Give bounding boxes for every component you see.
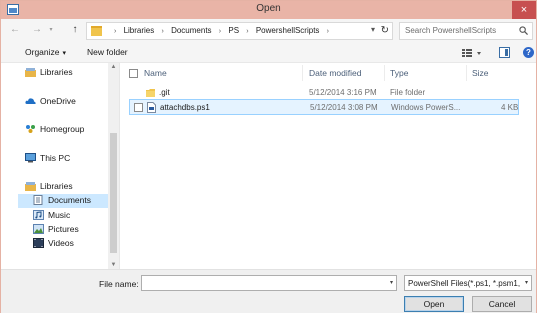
scrollbar-thumb[interactable] — [110, 133, 117, 253]
breadcrumb-separator: › — [246, 28, 249, 35]
command-toolbar: Organize ▾ New folder ? — [1, 43, 536, 63]
sidebar-item-label: Homegroup — [40, 124, 85, 134]
computer-icon — [25, 153, 36, 163]
file-row-attachdbs[interactable]: attachdbs.ps1 5/12/2014 3:08 PM Windows … — [129, 99, 519, 115]
search-icon — [519, 26, 528, 35]
file-list: Name Date modified Type Size .git 5/12/2… — [120, 63, 536, 269]
folder-icon — [146, 89, 155, 97]
open-button[interactable]: Open — [404, 296, 464, 312]
homegroup-icon — [26, 125, 35, 133]
scroll-down-arrow[interactable]: ▼ — [110, 262, 117, 268]
libraries-icon — [25, 68, 36, 77]
chevron-down-icon: ▾ — [524, 280, 528, 286]
file-name-label: File name: — [99, 279, 139, 289]
scroll-up-arrow[interactable]: ▲ — [110, 64, 117, 70]
documents-icon — [33, 195, 43, 205]
address-bar[interactable]: › Libraries › Documents › PS › Powershel… — [86, 22, 393, 40]
column-separator[interactable] — [384, 65, 385, 81]
breadcrumb-separator: › — [218, 28, 222, 35]
file-date: 5/12/2014 3:16 PM — [309, 88, 377, 97]
navigation-pane: Libraries OneDrive Homegroup This PC Lib… — [1, 63, 119, 269]
search-placeholder: Search PowershellScripts — [405, 26, 497, 35]
folder-icon — [91, 26, 102, 36]
column-separator[interactable] — [302, 65, 303, 81]
column-header-date[interactable]: Date modified — [309, 68, 361, 78]
address-dropdown-button[interactable]: ▾ — [371, 25, 375, 34]
music-icon — [33, 210, 44, 220]
row-checkbox[interactable] — [134, 103, 143, 112]
column-separator[interactable] — [466, 65, 467, 81]
open-dialog: Open × ← → ▾ ↑ › Libraries › Documents ›… — [0, 0, 537, 313]
file-name: attachdbs.ps1 — [160, 103, 210, 112]
file-name: .git — [159, 88, 170, 97]
close-button[interactable]: × — [512, 1, 536, 19]
column-header-name[interactable]: Name — [144, 68, 167, 78]
change-view-icon[interactable] — [461, 47, 483, 59]
sidebar-item-label: OneDrive — [40, 96, 76, 106]
libraries-icon — [25, 182, 36, 191]
up-button[interactable]: ↑ — [69, 24, 81, 36]
breadcrumb-separator: › — [114, 28, 117, 35]
new-folder-button[interactable]: New folder — [87, 47, 128, 57]
file-type: Windows PowerS... — [391, 103, 461, 112]
breadcrumb-separator: › — [326, 28, 329, 35]
organize-button[interactable]: Organize ▾ — [25, 47, 66, 57]
title-bar: Open × — [1, 1, 536, 19]
help-button[interactable]: ? — [523, 47, 534, 58]
videos-icon — [33, 238, 44, 248]
pictures-icon — [33, 224, 44, 234]
chevron-down-icon: ▾ — [62, 50, 67, 57]
breadcrumb-powershellscripts[interactable]: PowershellScripts — [256, 26, 320, 35]
sidebar-item-label: Documents — [48, 195, 91, 205]
sidebar-item-label: Pictures — [48, 224, 79, 234]
sidebar-item-documents[interactable]: Documents — [18, 194, 108, 208]
file-type-select[interactable]: PowerShell Files(*.ps1, *.psm1, ▾ — [404, 275, 532, 291]
breadcrumb-libraries[interactable]: Libraries — [124, 26, 155, 35]
chevron-down-icon[interactable]: ▾ — [390, 279, 393, 286]
file-name-field[interactable]: ▾ — [141, 275, 397, 291]
file-type-value: PowerShell Files(*.ps1, *.psm1, — [408, 279, 521, 288]
sidebar-item-label: Music — [48, 210, 71, 220]
sidebar-item-label: Libraries — [40, 181, 73, 191]
sidebar-item-label: Libraries — [40, 67, 73, 77]
sidebar-scrollbar[interactable]: ▲ ▼ — [108, 63, 119, 269]
script-file-icon — [147, 102, 156, 113]
sidebar-item-label: This PC — [40, 153, 71, 163]
select-all-checkbox[interactable] — [129, 69, 138, 78]
file-type: File folder — [390, 88, 426, 97]
file-size: 4 KB — [501, 103, 519, 112]
back-button[interactable]: ← — [9, 24, 21, 36]
breadcrumb-ps[interactable]: PS — [228, 26, 239, 35]
file-date: 5/12/2014 3:08 PM — [310, 103, 378, 112]
organize-label: Organize — [25, 47, 60, 57]
address-row: ← → ▾ ↑ › Libraries › Documents › PS › P… — [1, 19, 536, 43]
forward-button[interactable]: → — [31, 24, 43, 36]
window-title: Open — [256, 3, 281, 14]
breadcrumb-separator: › — [161, 28, 164, 35]
cloud-icon — [25, 98, 36, 104]
recent-locations-dropdown[interactable]: ▾ — [45, 24, 57, 36]
dialog-footer: File name: ▾ PowerShell Files(*.ps1, *.p… — [1, 269, 536, 313]
breadcrumb: › Libraries › Documents › PS › Powershel… — [109, 26, 334, 35]
preview-pane-icon[interactable] — [499, 47, 510, 58]
column-header-size[interactable]: Size — [472, 68, 489, 78]
breadcrumb-documents[interactable]: Documents — [171, 26, 211, 35]
sidebar-item-label: Videos — [48, 238, 74, 248]
refresh-button[interactable]: ↻ — [381, 25, 389, 36]
cancel-button[interactable]: Cancel — [472, 296, 532, 312]
search-input[interactable]: Search PowershellScripts — [399, 22, 533, 40]
column-header-type[interactable]: Type — [390, 68, 408, 78]
